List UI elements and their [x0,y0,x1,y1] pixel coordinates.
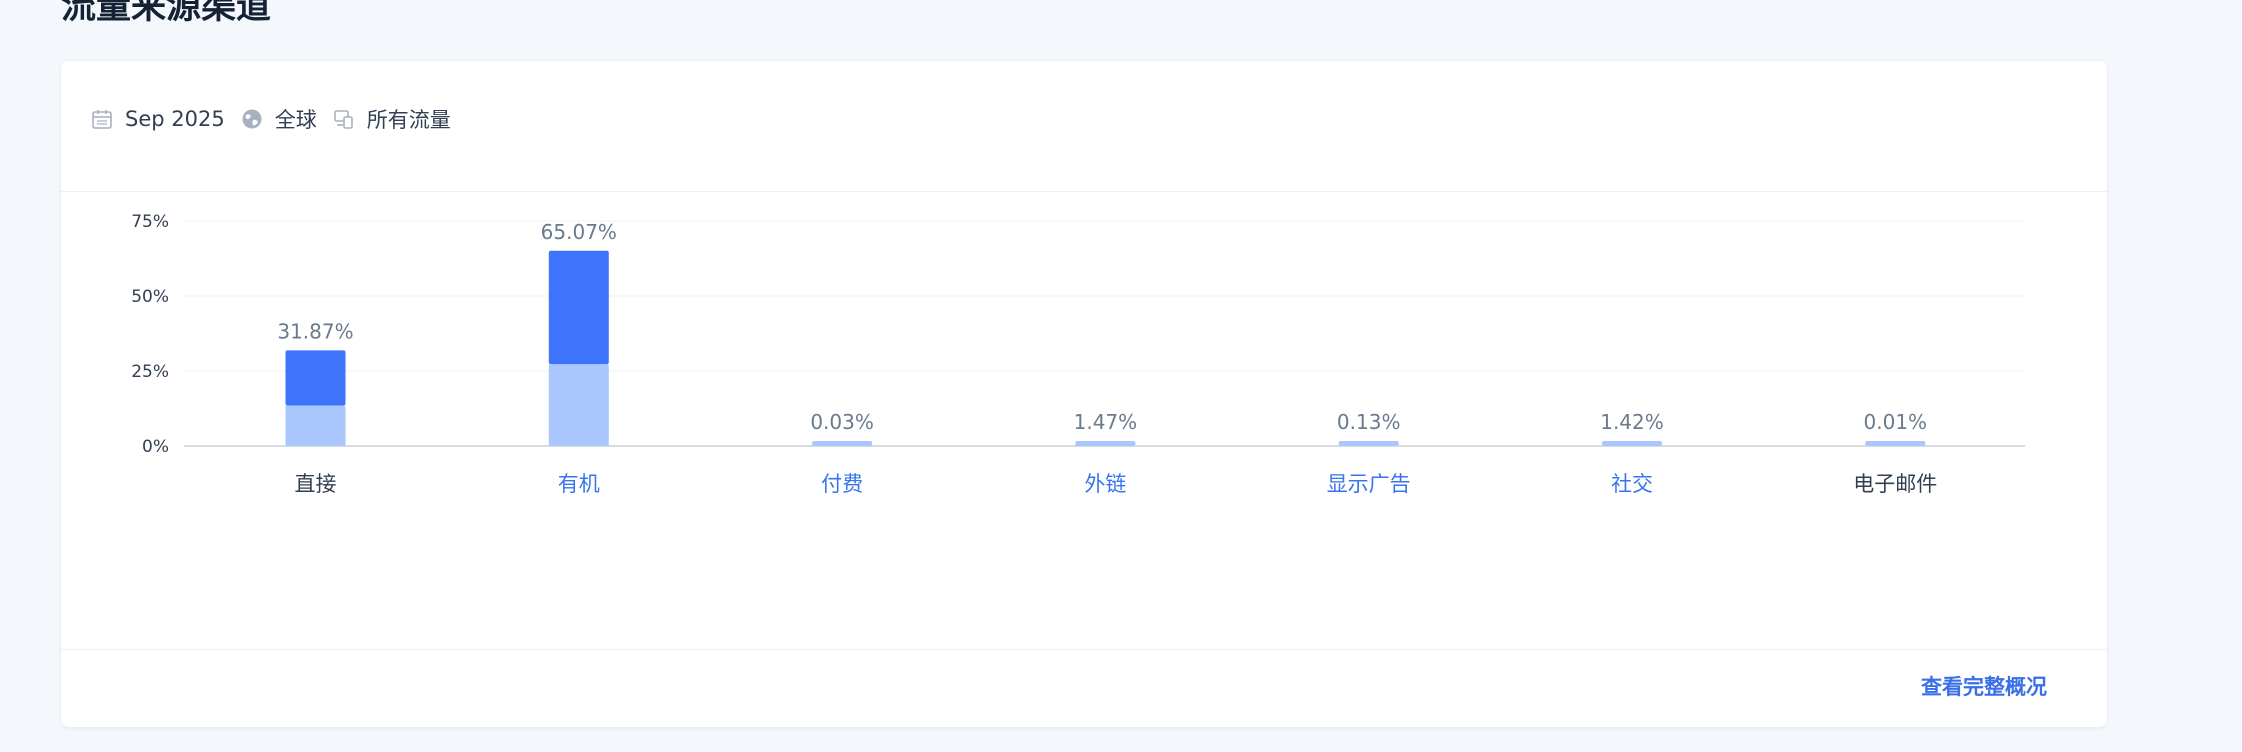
category-label: 电子邮件 [1853,472,1937,496]
bar-segment [548,364,609,446]
globe-icon [242,109,262,129]
bar-segment [548,250,609,365]
y-tick-label: 75% [131,212,169,232]
bar-value-label: 65.07% [541,220,617,244]
bar-segment [1075,441,1136,446]
page-title: 流量来源渠道 [61,0,272,27]
calendar-icon [92,110,112,129]
view-full-overview-link[interactable]: 查看完整概况 [1921,671,2047,701]
traffic-filter[interactable]: 所有流量 [333,104,451,134]
traffic-sources-card: Sep 2025 全球 所有流量 0% 25% 50% 75% 31.87% 直接 65.0… [61,61,2107,727]
traffic-channel-bar-chart: 0% 25% 50% 75% 31.87% 直接 65.07% 有机 0.03% 付费 1.47% 外… [131,212,2025,496]
footer-divider [61,649,2107,650]
date-filter-label: Sep 2025 [125,107,225,131]
y-tick-label: 50% [131,287,169,307]
bar-value-label: 0.13% [1337,410,1401,434]
bar-segment [285,350,346,406]
y-tick-label: 25% [131,362,169,382]
category-label: 直接 [295,472,337,496]
category-label[interactable]: 社交 [1611,472,1653,496]
bar-value-label: 0.03% [810,410,874,434]
category-label[interactable]: 付费 [821,472,863,496]
devices-icon [333,110,353,129]
category-label[interactable]: 显示广告 [1327,472,1411,496]
traffic-filter-label: 所有流量 [366,108,451,132]
bar-value-label: 31.87% [277,319,353,343]
bar-segment [1602,441,1662,446]
bar-segment [285,405,346,446]
region-filter[interactable]: 全球 [241,104,317,134]
region-filter-label: 全球 [274,108,317,132]
bar-value-label: 0.01% [1864,410,1928,434]
bar-segment [1865,441,1926,446]
filter-bar: Sep 2025 全球 所有流量 [91,101,467,137]
date-filter[interactable]: Sep 2025 [91,107,225,131]
bar-value-label: 1.42% [1600,410,1664,434]
category-label[interactable]: 外链 [1084,472,1126,496]
y-tick-label: 0% [142,437,169,457]
bar-segment [1338,441,1399,446]
category-label[interactable]: 有机 [558,472,600,496]
bar-segment [812,441,873,446]
bar-value-label: 1.47% [1074,410,1138,434]
